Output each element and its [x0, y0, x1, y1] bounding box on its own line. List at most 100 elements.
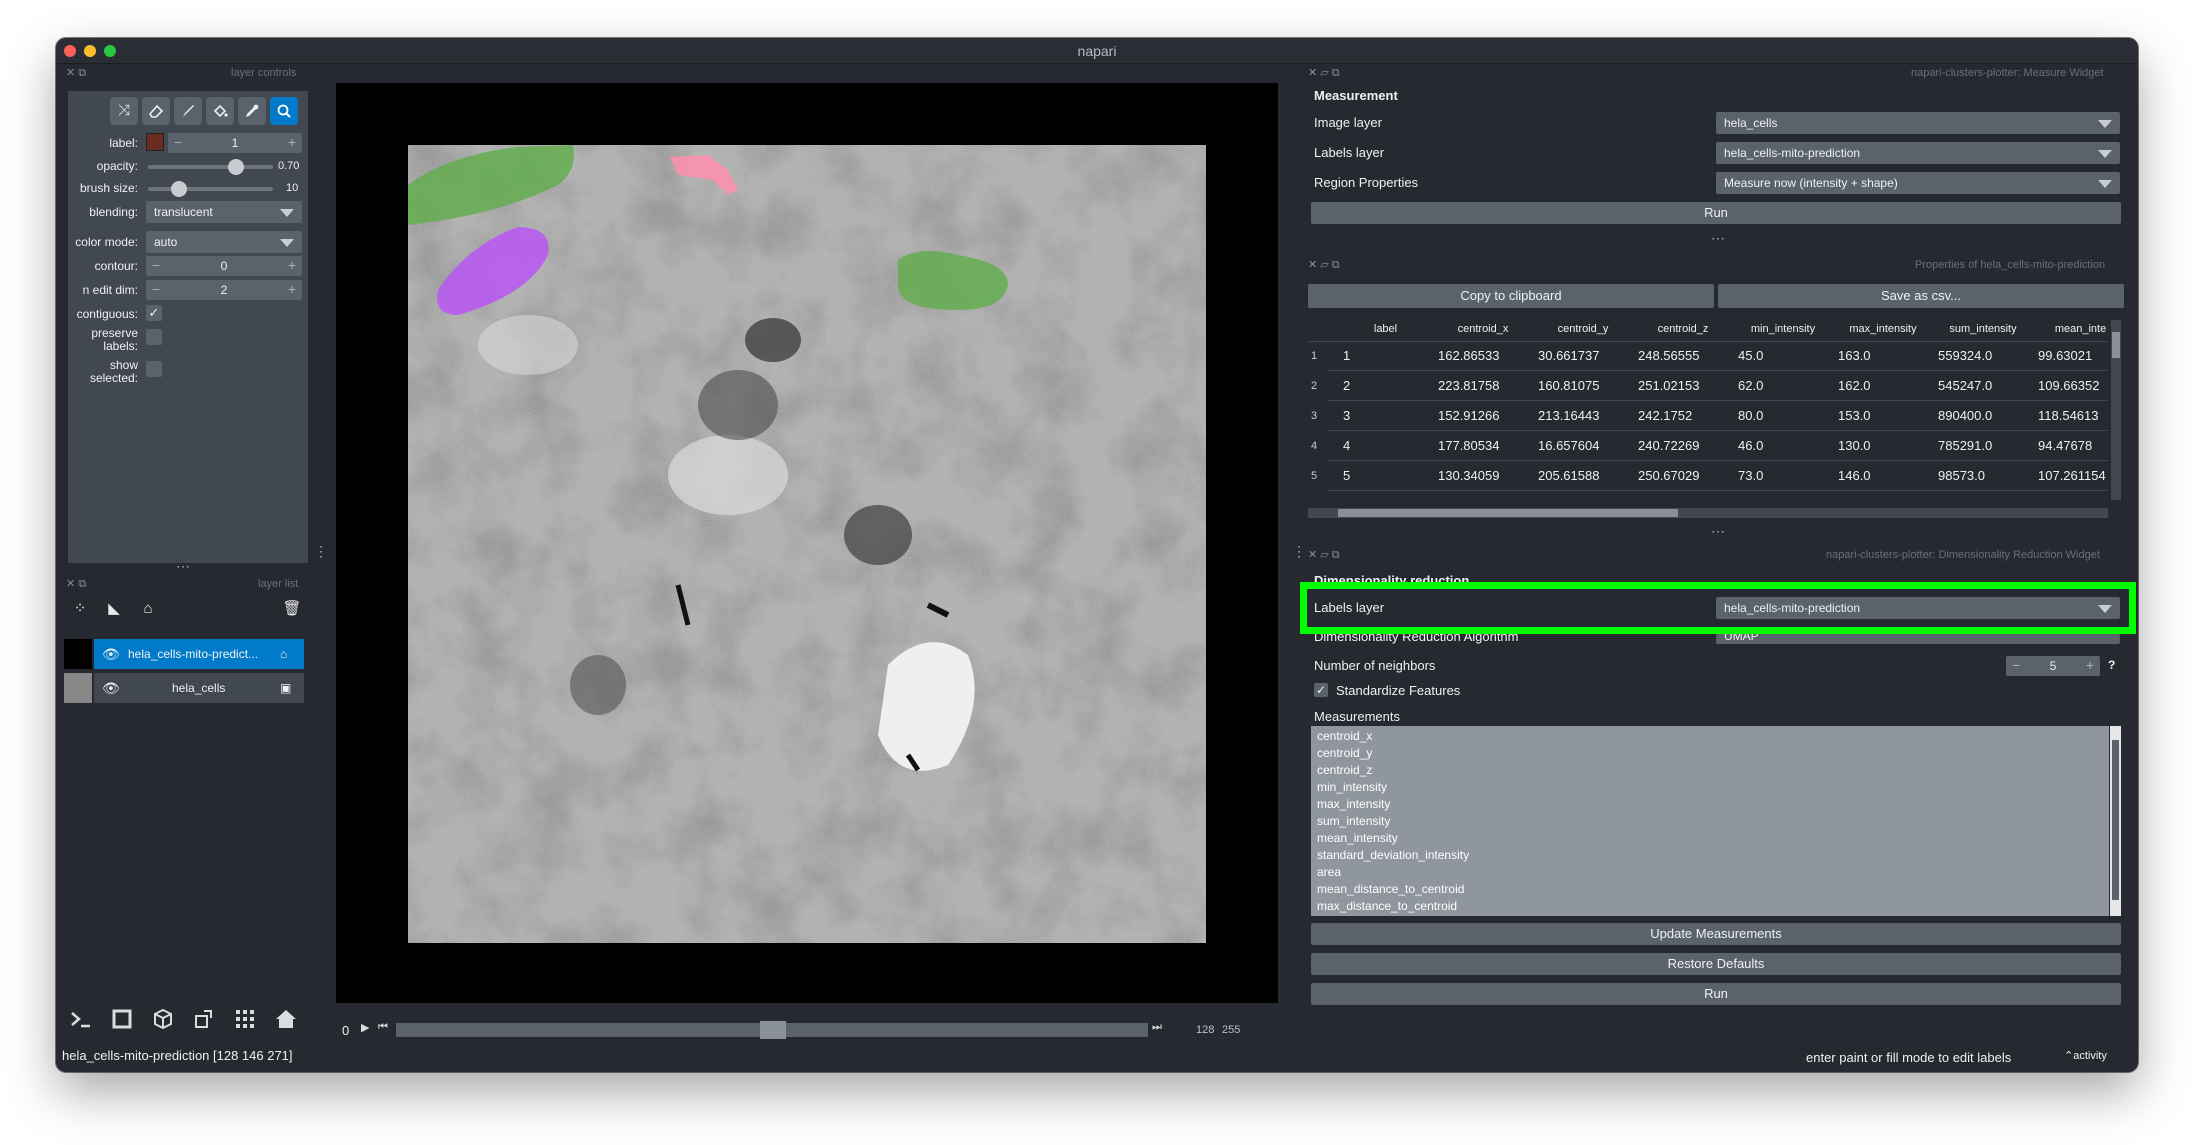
play-icon[interactable]: ▶	[361, 1021, 369, 1034]
copy-to-clipboard-button[interactable]: Copy to clipboard	[1308, 284, 1714, 308]
table-column-header[interactable]: min_intensity	[1733, 323, 1833, 335]
layer-row-body[interactable]: 👁 hela_cells ▣	[94, 673, 304, 703]
table-cell[interactable]: 162.86533	[1438, 348, 1538, 363]
table-cell[interactable]: 4	[1343, 438, 1438, 453]
table-column-header[interactable]: sum_intensity	[1933, 323, 2033, 335]
table-column-header[interactable]: max_intensity	[1833, 323, 1933, 335]
measurement-list-item[interactable]: mean_intensity	[1317, 831, 1398, 845]
measurement-list-item[interactable]: min_intensity	[1317, 780, 1387, 794]
color-mode-select[interactable]: auto	[146, 231, 302, 253]
table-cell[interactable]: 62.0	[1738, 378, 1838, 393]
table-cell[interactable]: 785291.0	[1938, 438, 2038, 453]
splitter-handle-icon[interactable]: ⋯	[176, 558, 190, 575]
update-measurements-button[interactable]: Update Measurements	[1311, 923, 2121, 945]
layer-item-mito-prediction[interactable]: 👁 hela_cells-mito-predict... ⌂	[64, 639, 304, 669]
table-cell[interactable]: 45.0	[1738, 348, 1838, 363]
n-edit-dim-spinbox[interactable]: − 2 +	[146, 280, 302, 300]
table-cell[interactable]: 545247.0	[1938, 378, 2038, 393]
table-cell[interactable]: 130.34059	[1438, 468, 1538, 483]
table-cell[interactable]: 240.72269	[1638, 438, 1738, 453]
table-horizontal-scrollbar[interactable]	[1308, 508, 2108, 518]
properties-table[interactable]: label centroid_x centroid_y centroid_z min_i…	[1308, 318, 2108, 508]
table-cell[interactable]: 213.16443	[1538, 408, 1638, 423]
zoom-icon[interactable]	[270, 97, 298, 125]
dock-float-icons[interactable]: ✕ ▱ ⧉	[1308, 548, 1340, 562]
table-cell[interactable]: 153.0	[1838, 408, 1938, 423]
shuffle-icon[interactable]: ⤨	[110, 97, 138, 125]
layer-item-hela-cells[interactable]: 👁 hela_cells ▣	[64, 673, 304, 703]
table-cell[interactable]: 146.0	[1838, 468, 1938, 483]
contiguous-checkbox[interactable]: ✓	[146, 305, 162, 321]
measurement-list-item[interactable]: centroid_z	[1317, 763, 1372, 777]
activity-button[interactable]: ⌃activity	[2064, 1049, 2107, 1062]
table-cell[interactable]: 152.91266	[1438, 408, 1538, 423]
home-icon[interactable]	[269, 1002, 303, 1036]
splitter-handle-icon[interactable]: ⋯	[1711, 523, 1725, 540]
table-row-number[interactable]: 1	[1308, 350, 1320, 362]
viewer-canvas[interactable]	[336, 83, 1278, 1003]
table-cell[interactable]: 160.81075	[1538, 378, 1638, 393]
table-row-number[interactable]: 2	[1308, 380, 1320, 392]
step-forward-icon[interactable]: ⏭	[1152, 1021, 1162, 1034]
measurement-list-item[interactable]: standard_deviation_intensity	[1317, 848, 1469, 862]
splitter-handle-icon[interactable]: ⋮	[1292, 543, 1306, 560]
measurement-list-item[interactable]: max_distance_to_centroid	[1317, 899, 1457, 913]
layer-row-body[interactable]: 👁 hela_cells-mito-predict... ⌂	[94, 639, 304, 669]
measurement-list-item[interactable]: sum_intensity	[1317, 814, 1390, 828]
picker-icon[interactable]	[238, 97, 266, 125]
image-layer-select[interactable]: hela_cells	[1716, 112, 2120, 134]
restore-defaults-button[interactable]: Restore Defaults	[1311, 953, 2121, 975]
plus-icon[interactable]: +	[288, 257, 296, 273]
table-cell[interactable]: 98573.0	[1938, 468, 2038, 483]
help-icon[interactable]: ?	[2108, 658, 2115, 672]
table-cell[interactable]: 205.61588	[1538, 468, 1638, 483]
region-properties-select[interactable]: Measure now (intensity + shape)	[1716, 172, 2120, 194]
table-cell[interactable]: 80.0	[1738, 408, 1838, 423]
new-labels-layer-icon[interactable]: ⌂	[134, 595, 162, 623]
show-selected-checkbox[interactable]	[146, 361, 162, 377]
measurements-scrollbar[interactable]	[2110, 726, 2121, 916]
dock-float-icons[interactable]: ✕ ▱ ⧉	[1308, 258, 1340, 272]
table-cell[interactable]: 1	[1343, 348, 1438, 363]
scrollbar-handle[interactable]	[2112, 332, 2120, 358]
table-column-header[interactable]: label	[1338, 323, 1433, 335]
step-back-icon[interactable]: ⏮	[378, 1021, 388, 1034]
table-cell[interactable]: 559324.0	[1938, 348, 2038, 363]
labels-layer-select[interactable]: hela_cells-mito-prediction	[1716, 142, 2120, 164]
table-row-number[interactable]: 5	[1308, 470, 1320, 482]
measurement-list-item[interactable]: area	[1317, 865, 1341, 879]
plus-icon[interactable]: +	[2086, 657, 2094, 673]
table-cell[interactable]: 251.02153	[1638, 378, 1738, 393]
ndisplay-square-icon[interactable]	[105, 1002, 139, 1036]
measurement-list-item[interactable]: mean_distance_to_centroid	[1317, 882, 1464, 896]
dock-float-icons[interactable]: ✕ ⧉	[66, 577, 86, 591]
measure-run-button[interactable]: Run	[1311, 202, 2121, 224]
grid-icon[interactable]	[228, 1002, 262, 1036]
dock-float-icons[interactable]: ✕ ▱ ⧉	[1308, 66, 1340, 80]
table-cell[interactable]: 163.0	[1838, 348, 1938, 363]
blending-select[interactable]: translucent	[146, 201, 302, 223]
table-cell[interactable]: 30.661737	[1538, 348, 1638, 363]
table-cell[interactable]: 162.0	[1838, 378, 1938, 393]
table-column-header[interactable]: centroid_z	[1633, 323, 1733, 335]
console-icon[interactable]	[64, 1002, 98, 1036]
table-cell[interactable]: 130.0	[1838, 438, 1938, 453]
dim-slider-handle[interactable]	[760, 1021, 787, 1039]
table-cell[interactable]: 3	[1343, 408, 1438, 423]
preserve-labels-checkbox[interactable]	[146, 329, 162, 345]
contour-spinbox[interactable]: − 0 +	[146, 256, 302, 276]
label-spinbox[interactable]: − 1 +	[168, 133, 302, 153]
scrollbar-handle[interactable]	[1338, 509, 1678, 517]
algorithm-select[interactable]: UMAP	[1716, 634, 2120, 644]
brush-icon[interactable]	[174, 97, 202, 125]
eraser-icon[interactable]	[142, 97, 170, 125]
eye-icon[interactable]: 👁	[102, 673, 120, 703]
measurements-list[interactable]: centroid_x centroid_y centroid_z min_intens…	[1311, 726, 2109, 916]
opacity-slider-handle[interactable]	[227, 159, 244, 175]
table-row-number[interactable]: 4	[1308, 440, 1320, 452]
splitter-handle-icon[interactable]: ⋮	[314, 543, 328, 560]
save-as-csv-button[interactable]: Save as csv...	[1718, 284, 2124, 308]
new-points-layer-icon[interactable]: ⁘	[66, 595, 94, 623]
table-cell[interactable]: 890400.0	[1938, 408, 2038, 423]
opacity-slider[interactable]	[148, 165, 273, 169]
